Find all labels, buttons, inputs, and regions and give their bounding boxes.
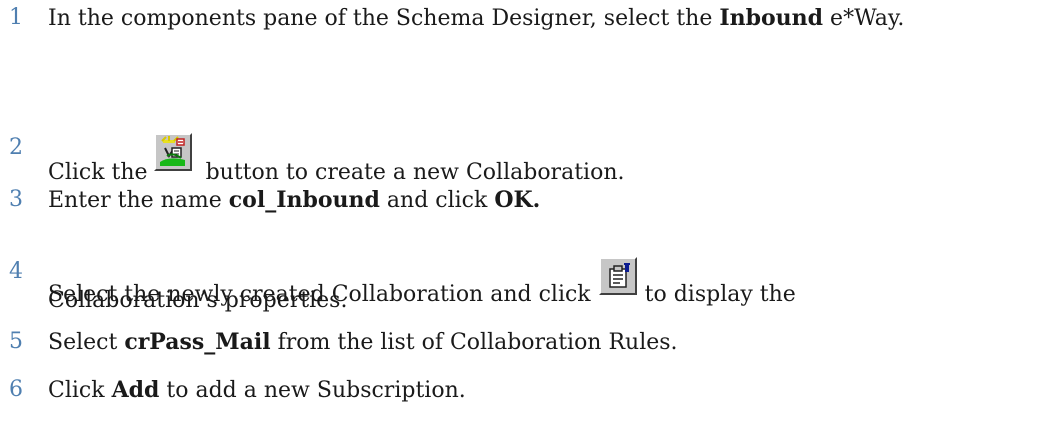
step-number: 1 [9, 5, 23, 30]
step-text: Select crPass_Mail from the list of Coll… [48, 329, 678, 355]
new-collaboration-button[interactable] [153, 133, 192, 171]
properties-button[interactable] [598, 257, 637, 295]
properties-icon [608, 263, 630, 288]
step-number: 2 [9, 135, 23, 160]
step-number: 5 [9, 329, 23, 354]
step-text-continued: Collaboration’s properties. [48, 288, 348, 313]
step-number: 4 [9, 259, 23, 284]
new-collaboration-icon [159, 136, 185, 166]
step-text: In the components pane of the Schema Des… [48, 5, 905, 31]
step-text: Enter the name col_Inbound and click OK. [48, 187, 541, 213]
step-text: Click Add to add a new Subscription. [48, 377, 466, 403]
step-text: Click the button to create a new Collabo… [48, 133, 624, 188]
step-number: 6 [9, 377, 23, 402]
step-number: 3 [9, 187, 23, 212]
